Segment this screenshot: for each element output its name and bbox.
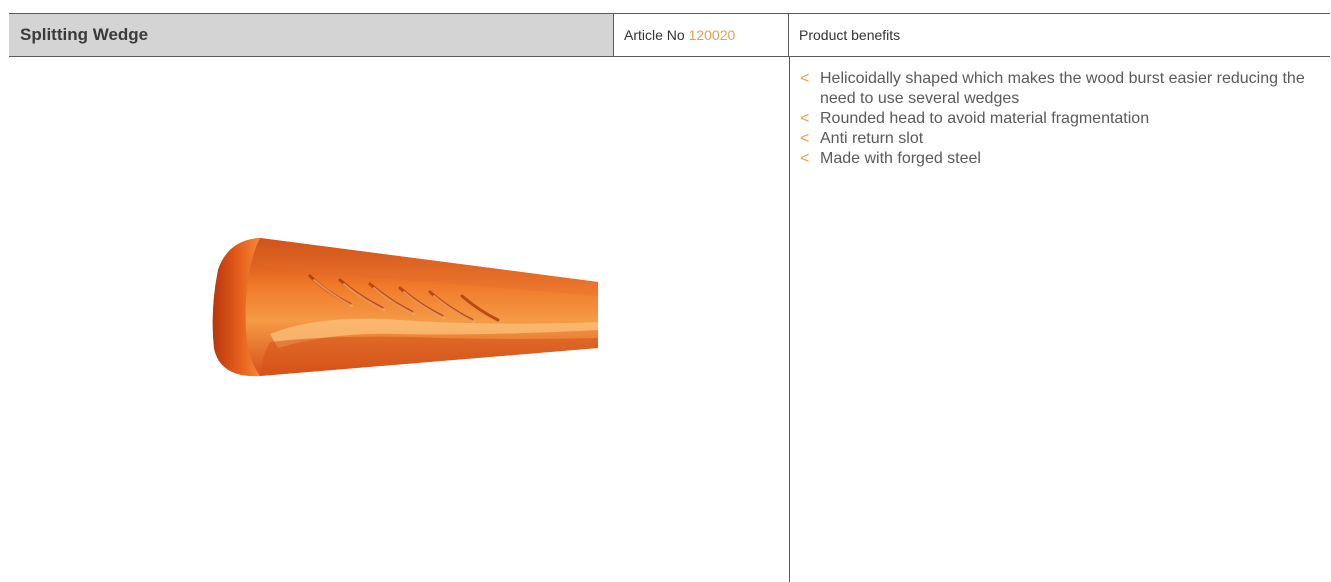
list-item: < Anti return slot	[800, 129, 1320, 149]
article-label: Article No	[624, 27, 685, 43]
product-title: Splitting Wedge	[20, 25, 149, 44]
article-number: 120020	[688, 27, 736, 43]
splitting-wedge-image	[212, 238, 598, 377]
header-row: Splitting Wedge Article No 120020 Produc…	[9, 13, 1330, 57]
list-item: < Rounded head to avoid material fragment…	[800, 109, 1320, 129]
benefits-heading: Product benefits	[799, 27, 901, 43]
bullet-chevron-icon: <	[800, 70, 810, 87]
article-cell: Article No 120020	[614, 14, 789, 56]
benefit-text: Made with forged steel	[820, 150, 981, 167]
benefit-text: Anti return slot	[820, 130, 924, 147]
bullet-chevron-icon: <	[800, 130, 810, 147]
list-item: < Helicoidally shaped which makes the woo…	[800, 69, 1320, 109]
title-cell: Splitting Wedge	[9, 14, 614, 56]
bullet-chevron-icon: <	[800, 110, 810, 127]
bullet-chevron-icon: <	[800, 150, 810, 167]
benefits-header-cell: Product benefits	[789, 14, 1330, 56]
product-sheet: Splitting Wedge Article No 120020 Produc…	[0, 0, 1331, 582]
article-info: Article No 120020	[624, 27, 735, 43]
benefit-text: Rounded head to avoid material fragmenta…	[820, 110, 1150, 127]
benefits-list: < Helicoidally shaped which makes the woo…	[800, 69, 1320, 169]
benefit-text: Helicoidally shaped which makes the wood…	[820, 70, 1305, 107]
column-divider	[789, 57, 790, 582]
list-item: < Made with forged steel	[800, 149, 1320, 169]
